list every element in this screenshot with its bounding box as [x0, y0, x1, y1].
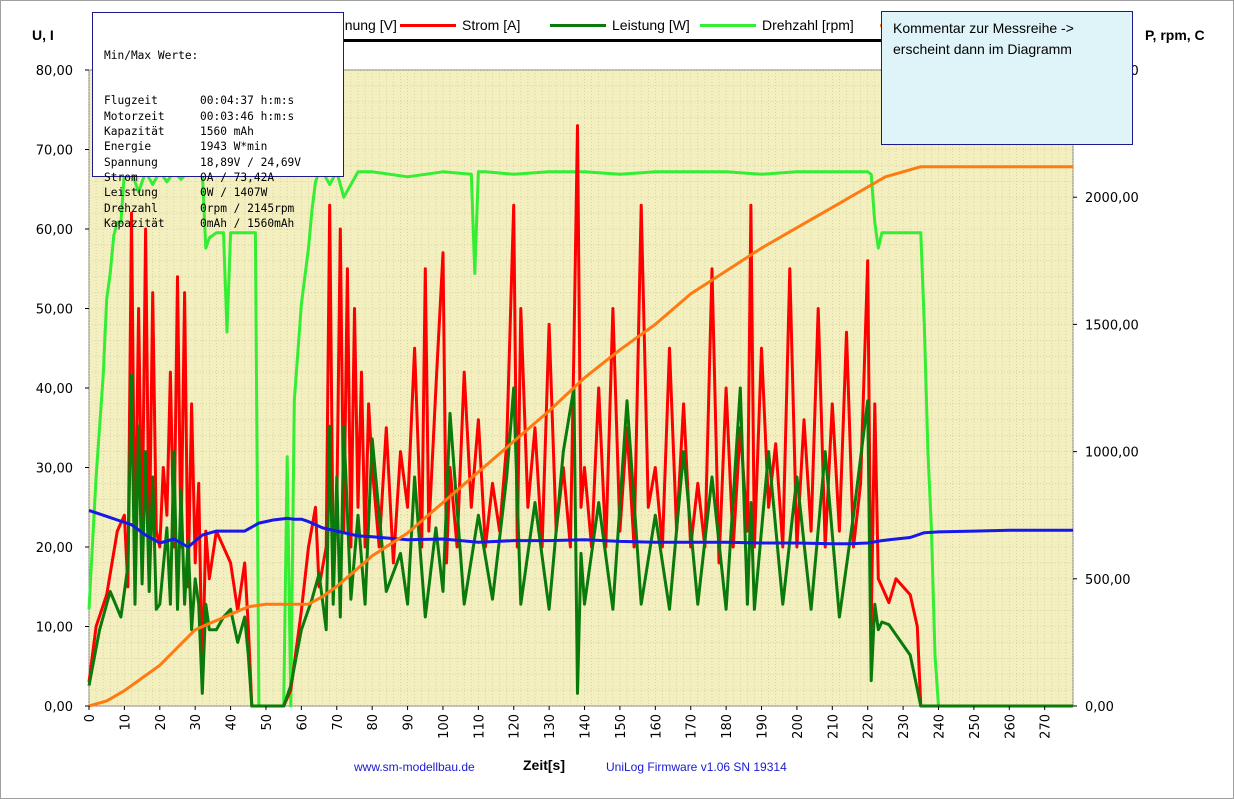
x-tick-label: 70 — [331, 714, 346, 731]
y-left-tick-label: 60,00 — [36, 223, 73, 238]
x-tick-label: 20 — [154, 714, 169, 731]
legend-item: Strom [A] — [400, 16, 520, 34]
minmax-label: Kapazität — [104, 125, 165, 139]
footer-firmware: UniLog Firmware v1.06 SN 19314 — [606, 760, 787, 774]
minmax-label: Drehzahl — [104, 201, 158, 215]
legend-label: Drehzahl [rpm] — [762, 17, 854, 33]
x-tick-label: 100 — [437, 714, 452, 739]
y-left-tick-label: 20,00 — [36, 541, 73, 556]
minmax-row: Drehzahl 0rpm / 2145rpm — [104, 201, 343, 216]
y-left-tick-label: 50,00 — [36, 303, 73, 318]
x-tick-label: 220 — [862, 714, 877, 739]
x-tick-label: 250 — [968, 714, 983, 739]
minmax-label: Spannung — [104, 155, 158, 169]
minmax-row: Motorzeit 00:03:46 h:m:s — [104, 109, 343, 124]
x-tick-label: 240 — [932, 714, 947, 739]
legend-label: Strom [A] — [462, 17, 521, 33]
y-left-tick-label: 30,00 — [36, 462, 73, 477]
y-right-tick-label: 2000,00 — [1085, 191, 1139, 206]
x-tick-label: 10 — [118, 714, 133, 731]
x-tick-label: 0 — [83, 714, 98, 722]
y-left-tick-label: 0,00 — [44, 700, 73, 715]
minmax-row: Leistung 0W / 1407W — [104, 185, 343, 200]
minmax-row: Flugzeit 00:04:37 h:m:s — [104, 93, 343, 108]
minmax-label: Motorzeit — [104, 109, 165, 123]
minmax-label: Leistung — [104, 186, 158, 200]
minmax-value: 1560 mAh — [200, 125, 254, 139]
y-right-tick-label: 1000,00 — [1085, 446, 1139, 461]
minmax-label: Strom — [104, 170, 138, 184]
x-tick-label: 30 — [189, 714, 204, 731]
comment-box: Kommentar zur Messreihe -> erscheint dan… — [881, 11, 1133, 145]
x-axis-title: Zeit[s] — [523, 757, 565, 773]
minmax-header: Min/Max Werte: — [104, 48, 199, 62]
y-axis-left-title: U, I — [32, 27, 54, 43]
minmax-label: Kapazität — [104, 216, 165, 230]
minmax-value: 0rpm / 2145rpm — [200, 201, 295, 215]
x-tick-label: 200 — [791, 714, 806, 739]
minmax-value: 1943 W*min — [200, 140, 268, 154]
legend-item: Drehzahl [rpm] — [700, 16, 854, 34]
y-left-tick-label: 10,00 — [36, 621, 73, 636]
x-tick-label: 180 — [720, 714, 735, 739]
legend-item: Leistung [W] — [550, 16, 690, 34]
minmax-row: Energie 1943 W*min — [104, 139, 343, 154]
x-tick-label: 270 — [1039, 714, 1054, 739]
y-left-tick-label: 70,00 — [36, 144, 73, 159]
x-tick-label: 160 — [649, 714, 664, 739]
x-tick-label: 130 — [543, 714, 558, 739]
y-left-tick-label: 80,00 — [36, 64, 73, 79]
footer-url: www.sm-modellbau.de — [354, 760, 475, 774]
minmax-value: 00:04:37 h:m:s — [200, 94, 295, 108]
x-tick-label: 190 — [756, 714, 771, 739]
x-tick-label: 40 — [225, 714, 240, 731]
minmax-value: 0A / 73,42A — [200, 170, 275, 184]
minmax-value: 00:03:46 h:m:s — [200, 109, 295, 123]
x-tick-label: 90 — [402, 714, 417, 731]
x-tick-label: 230 — [897, 714, 912, 739]
minmax-label: Energie — [104, 140, 152, 154]
y-left-tick-label: 40,00 — [36, 382, 73, 397]
x-tick-label: 170 — [685, 714, 700, 739]
y-axis-right-title: P, rpm, C — [1145, 27, 1205, 43]
legend-swatch — [700, 23, 756, 27]
minmax-value: 18,89V / 24,69V — [200, 155, 302, 169]
minmax-row: Spannung 18,89V / 24,69V — [104, 155, 343, 170]
minmax-label: Flugzeit — [104, 94, 158, 108]
minmax-row: Kapazität 0mAh / 1560mAh — [104, 216, 343, 231]
y-right-tick-label: 0,00 — [1085, 700, 1114, 715]
x-tick-label: 60 — [295, 714, 310, 731]
y-right-tick-label: 500,00 — [1085, 573, 1131, 588]
x-tick-label: 260 — [1003, 714, 1018, 739]
y-right-tick-label: 1500,00 — [1085, 318, 1139, 333]
x-tick-label: 110 — [472, 714, 487, 739]
x-tick-label: 150 — [614, 714, 629, 739]
x-tick-label: 120 — [508, 714, 523, 739]
minmax-value: 0mAh / 1560mAh — [200, 216, 295, 230]
minmax-row: Kapazität 1560 mAh — [104, 124, 343, 139]
x-tick-label: 210 — [826, 714, 841, 739]
minmax-value: 0W / 1407W — [200, 186, 268, 200]
legend-label: Leistung [W] — [612, 17, 690, 33]
minmax-box: Min/Max Werte: Flugzeit 00:04:37 h:m:s Mot… — [92, 12, 344, 230]
x-tick-label: 80 — [366, 714, 381, 731]
minmax-row: Strom 0A / 73,42A — [104, 170, 343, 185]
legend-swatch — [400, 23, 456, 27]
legend-swatch — [550, 23, 606, 27]
x-tick-label: 50 — [260, 714, 275, 731]
x-tick-label: 140 — [579, 714, 594, 739]
